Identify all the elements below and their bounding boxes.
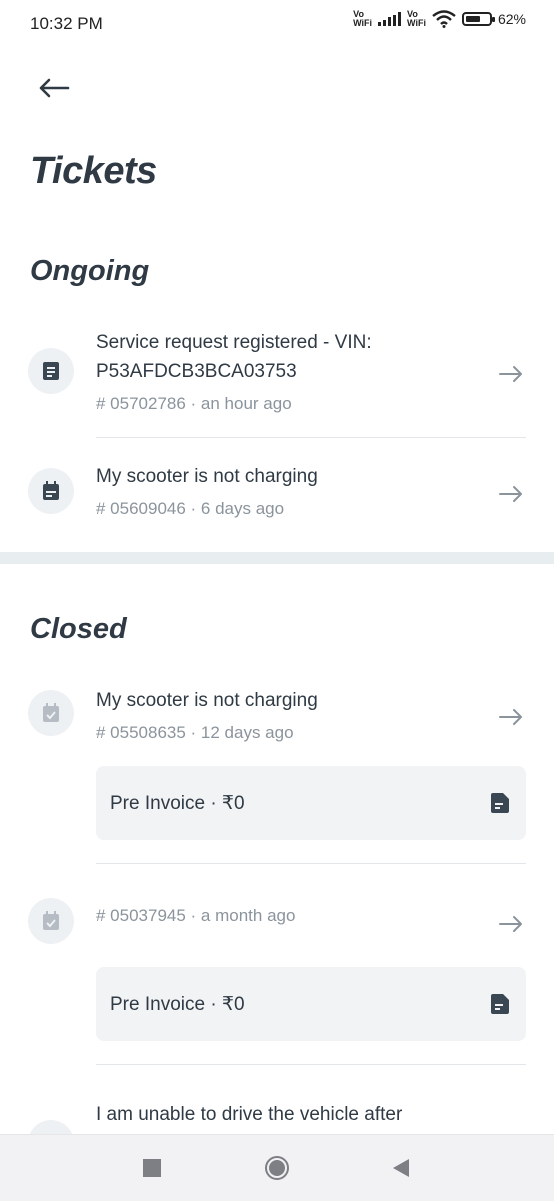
- home-button[interactable]: [264, 1155, 290, 1181]
- document-icon: [491, 793, 509, 813]
- ticket-title: I am unable to drive the vehicle after: [96, 1104, 403, 1125]
- battery-icon: [461, 12, 495, 26]
- battery-percent: 62%: [497, 11, 526, 27]
- ticket-title: My scooter is not charging: [96, 466, 318, 487]
- pre-invoice-card[interactable]: Pre Invoice · ₹0: [96, 766, 526, 840]
- section-title-closed: Closed: [30, 613, 127, 645]
- triangle-back-icon: [393, 1159, 409, 1177]
- calendar-check-icon: [28, 1120, 74, 1134]
- calendar-check-icon: [28, 690, 74, 736]
- arrow-left-icon: [39, 78, 70, 98]
- ticket-item[interactable]: # 05037945 · a month ago: [0, 880, 554, 960]
- ticket-item[interactable]: My scooter is not charging # 05609046 · …: [0, 450, 554, 540]
- arrow-right-icon: [496, 482, 526, 506]
- square-icon: [143, 1159, 161, 1177]
- pre-invoice-card[interactable]: Pre Invoice · ₹0: [96, 967, 526, 1041]
- divider: [96, 437, 526, 438]
- status-bar: 10:32 PM Vo WiFi Vo WiFi 62%: [0, 0, 554, 48]
- section-title-ongoing: Ongoing: [30, 255, 150, 287]
- document-icon: [491, 994, 509, 1014]
- receipt-icon: [28, 348, 74, 394]
- ticket-title: Service request registered - VIN: P53AFD…: [96, 332, 372, 382]
- calendar-check-icon: [28, 898, 74, 944]
- divider: [96, 1064, 526, 1065]
- circle-icon: [265, 1156, 289, 1180]
- system-nav-bar: [0, 1134, 554, 1201]
- arrow-right-icon: [496, 705, 526, 729]
- back-nav-button[interactable]: [388, 1155, 414, 1181]
- signal-icon: [378, 12, 402, 26]
- section-separator: [0, 552, 554, 564]
- vowifi-indicator: Vo WiFi: [353, 9, 373, 28]
- ticket-meta: # 05508635 · 12 days ago: [96, 723, 294, 742]
- invoice-label: Pre Invoice · ₹0: [110, 994, 245, 1015]
- ticket-title: My scooter is not charging: [96, 690, 318, 711]
- ticket-item[interactable]: I am unable to drive the vehicle after: [0, 1092, 554, 1134]
- back-button[interactable]: [34, 70, 74, 106]
- ticket-meta: # 05609046 · 6 days ago: [96, 499, 285, 518]
- ticket-item[interactable]: My scooter is not charging # 05508635 · …: [0, 680, 554, 760]
- arrow-right-icon: [496, 912, 526, 936]
- invoice-label: Pre Invoice · ₹0: [110, 793, 245, 814]
- ticket-meta: # 05037945 · a month ago: [96, 906, 296, 925]
- status-icons: Vo WiFi Vo WiFi 62%: [353, 10, 526, 28]
- ticket-item[interactable]: Service request registered - VIN: P53AFD…: [0, 320, 554, 438]
- status-time: 10:32 PM: [30, 14, 103, 33]
- page-title: Tickets: [30, 150, 157, 192]
- wifi-icon: [432, 10, 456, 28]
- vowifi-indicator-2: Vo WiFi: [407, 9, 426, 28]
- calendar-icon: [28, 468, 74, 514]
- divider: [96, 863, 526, 864]
- recents-button[interactable]: [139, 1155, 165, 1181]
- arrow-right-icon: [496, 362, 526, 386]
- ticket-meta: # 05702786 · an hour ago: [96, 394, 292, 413]
